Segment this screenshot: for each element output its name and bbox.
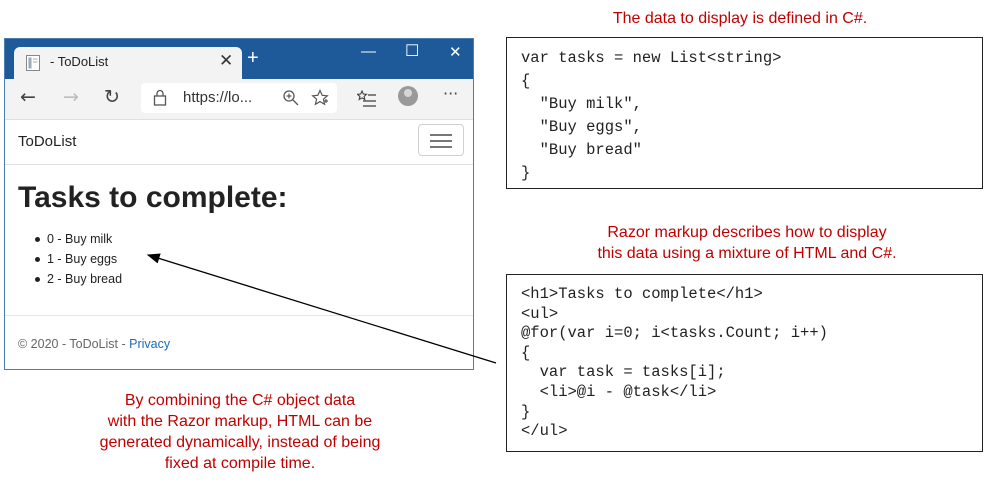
connector-arrow — [146, 253, 497, 364]
arrow-line — [146, 253, 497, 364]
